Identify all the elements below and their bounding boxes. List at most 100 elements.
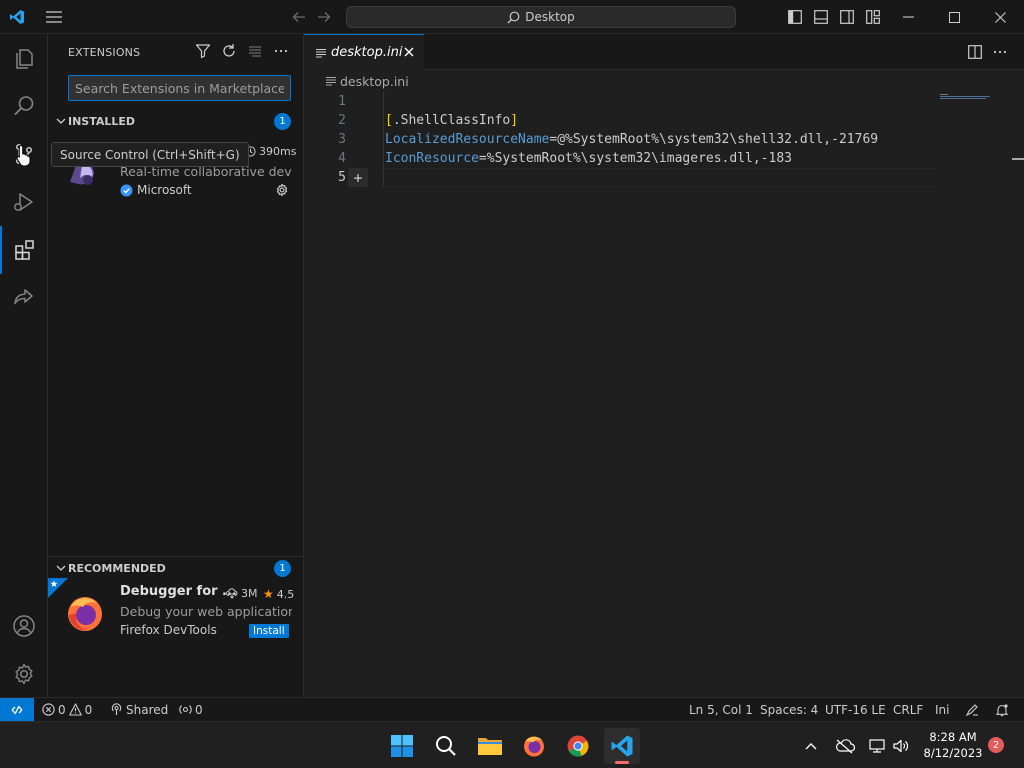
command-center-search[interactable]: Desktop: [346, 6, 736, 28]
file-lines-icon: [316, 48, 326, 57]
refresh-icon[interactable]: [221, 43, 237, 59]
title-bar: Desktop: [0, 0, 1024, 34]
recommended-extension-firefox-debugger[interactable]: Debugger for ... 3M ★ 4.5 Debug your web…: [48, 578, 304, 642]
extension-name: Debugger for ...: [120, 584, 237, 599]
code-line-3: LocalizedResourceName=@%SystemRoot%\syst…: [385, 132, 879, 147]
search-icon: [507, 11, 520, 23]
notifications-bell-icon[interactable]: [995, 698, 1009, 721]
star-icon: ★: [263, 587, 274, 601]
line-number: 5: [338, 170, 346, 185]
volume-icon[interactable]: [886, 728, 916, 764]
vscode-logo-icon: [6, 0, 28, 34]
extension-publisher: Microsoft: [120, 183, 192, 197]
warning-icon: [68, 703, 82, 716]
windows-taskbar: 8:28 AM 8/12/2023 2: [0, 721, 1024, 768]
source-control-tooltip: Source Control (Ctrl+Shift+G): [51, 142, 249, 167]
run-debug-icon[interactable]: [0, 178, 48, 226]
extension-rating: ★ 4.5: [263, 587, 295, 601]
remote-indicator-icon[interactable]: [0, 698, 34, 721]
close-window-icon[interactable]: [988, 0, 1012, 34]
file-explorer-icon[interactable]: [472, 728, 508, 764]
install-button[interactable]: Install: [249, 624, 289, 638]
ports-indicator[interactable]: 0: [179, 698, 203, 721]
extension-settings-gear-icon[interactable]: [275, 183, 289, 197]
line-number: 3: [338, 132, 346, 147]
cloud-download-icon: [226, 588, 238, 599]
chevron-down-icon: [56, 118, 66, 124]
broadcast-icon: [111, 703, 122, 715]
extension-downloads: 3M: [226, 587, 258, 600]
feedback-icon[interactable]: [965, 698, 979, 721]
toggle-panel-icon[interactable]: [812, 0, 830, 34]
extensions-icon[interactable]: [0, 226, 48, 274]
forward-arrow-icon[interactable]: [313, 0, 335, 34]
recommended-header-label: RECOMMENDED: [68, 561, 166, 575]
activity-bar: [0, 34, 48, 697]
taskbar-search-icon[interactable]: [428, 728, 464, 764]
onedrive-offline-icon[interactable]: [830, 728, 860, 764]
clear-extensions-icon[interactable]: [247, 43, 263, 59]
source-control-icon[interactable]: [0, 130, 48, 178]
manage-gear-icon[interactable]: [0, 650, 48, 698]
live-share-icon[interactable]: [0, 274, 48, 322]
cursor-position[interactable]: Ln 5, Col 1: [689, 698, 753, 721]
menu-hamburger-icon[interactable]: [40, 0, 68, 34]
chevron-down-icon: [56, 565, 66, 571]
sidebar-actions: [195, 43, 289, 59]
code-line-4: IconResource=%SystemRoot%\system32\image…: [385, 151, 792, 166]
line-number: 2: [338, 113, 346, 128]
toggle-secondary-sidebar-icon[interactable]: [838, 0, 856, 34]
toggle-primary-sidebar-icon[interactable]: [786, 0, 804, 34]
editor-more-actions-icon[interactable]: [992, 45, 1008, 59]
installed-header-label: INSTALLED: [68, 114, 136, 128]
code-editor[interactable]: 1 2 3 4 5 + [.ShellClassInfo] LocalizedR…: [304, 92, 1024, 697]
notification-count-badge[interactable]: 2: [988, 737, 1004, 753]
indentation[interactable]: Spaces: 4: [760, 698, 818, 721]
minimize-icon[interactable]: [896, 0, 920, 34]
verified-badge-icon: [120, 184, 133, 196]
add-icon[interactable]: +: [348, 168, 368, 187]
breadcrumb[interactable]: desktop.ini: [304, 70, 1024, 92]
indent-guide: [383, 92, 384, 187]
accounts-icon[interactable]: [0, 602, 48, 650]
windows-start-icon[interactable]: [384, 728, 420, 764]
live-share-status[interactable]: Shared: [110, 698, 168, 721]
code-line-2: [.ShellClassInfo]: [385, 113, 519, 128]
firefox-extension-icon: [65, 593, 105, 633]
extension-description: Debug your web application...: [120, 604, 292, 619]
file-encoding[interactable]: UTF-16 LE: [825, 698, 886, 721]
activation-time: 390ms: [245, 145, 296, 158]
extensions-sidebar: EXTENSIONS INSTALLED 1 Real-time collabo…: [48, 34, 304, 697]
customize-layout-icon[interactable]: [864, 0, 882, 34]
end-of-line[interactable]: CRLF: [893, 698, 923, 721]
installed-count-badge: 1: [274, 113, 291, 130]
show-hidden-icons-chevron-icon[interactable]: [796, 728, 826, 764]
explorer-icon[interactable]: [0, 35, 48, 83]
search-icon[interactable]: [0, 82, 48, 130]
firefox-taskbar-icon[interactable]: [516, 728, 552, 764]
status-bar: 0 0 Shared 0 Ln 5, Col 1 Spaces: 4 UTF-1…: [0, 697, 1024, 721]
breadcrumb-file: desktop.ini: [340, 73, 409, 89]
extensions-search-input[interactable]: [68, 75, 291, 101]
more-actions-icon[interactable]: [273, 43, 289, 59]
language-mode[interactable]: Ini: [935, 698, 949, 721]
close-tab-icon[interactable]: [402, 45, 416, 59]
problems-indicator[interactable]: 0 0: [42, 698, 92, 721]
recommended-section-header[interactable]: RECOMMENDED 1: [48, 557, 304, 579]
minimap[interactable]: [940, 94, 1002, 100]
back-arrow-icon[interactable]: [288, 0, 310, 34]
system-clock[interactable]: 8:28 AM 8/12/2023: [918, 729, 988, 761]
split-editor-icon[interactable]: [968, 45, 982, 59]
tab-desktop-ini[interactable]: desktop.ini: [304, 34, 424, 70]
error-icon: [42, 703, 55, 716]
file-lines-icon: [326, 77, 336, 86]
clock-time: 8:28 AM: [929, 730, 977, 744]
filter-icon[interactable]: [195, 43, 211, 59]
vscode-taskbar-icon[interactable]: [604, 728, 640, 764]
scrollbar-cursor-marker: [1012, 158, 1024, 160]
publisher-name: Microsoft: [137, 183, 192, 197]
chrome-taskbar-icon[interactable]: [560, 728, 596, 764]
extension-publisher: Firefox DevTools: [120, 623, 217, 637]
installed-section-header[interactable]: INSTALLED 1: [48, 110, 304, 132]
maximize-icon[interactable]: [942, 0, 966, 34]
